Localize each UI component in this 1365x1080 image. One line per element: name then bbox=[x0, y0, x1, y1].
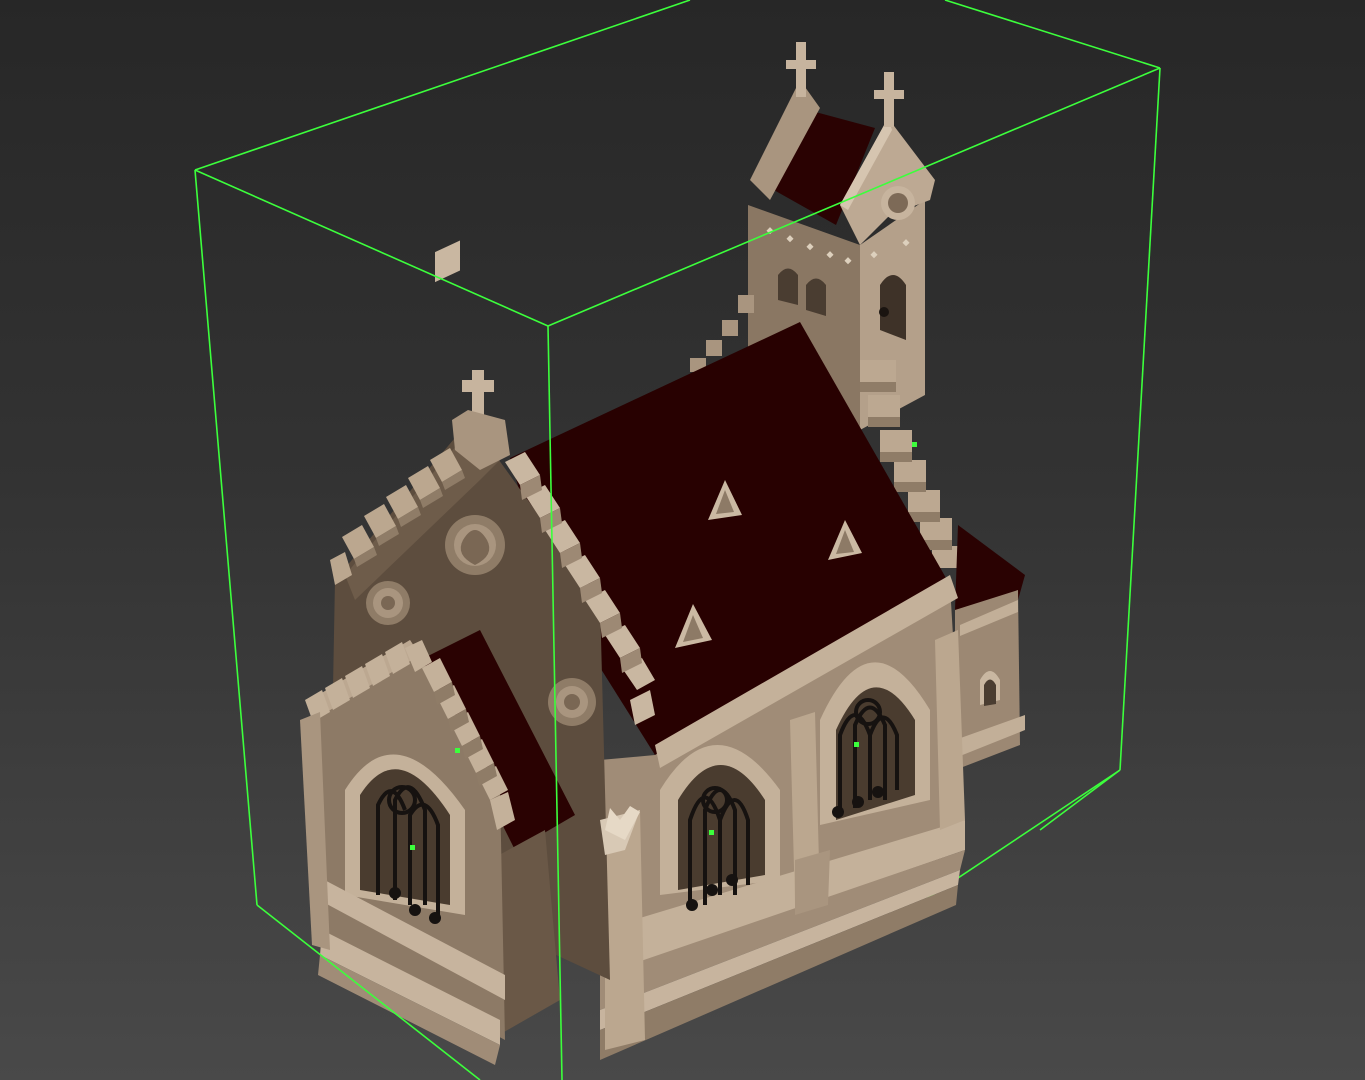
rear-annex bbox=[955, 525, 1025, 770]
church-model[interactable] bbox=[300, 42, 1025, 1065]
3d-viewport[interactable] bbox=[0, 0, 1365, 1080]
tower-cross-left bbox=[786, 42, 816, 97]
gable-cross bbox=[462, 370, 494, 415]
tower-cross-right bbox=[874, 72, 904, 127]
viewport-canvas[interactable] bbox=[0, 0, 1365, 1080]
